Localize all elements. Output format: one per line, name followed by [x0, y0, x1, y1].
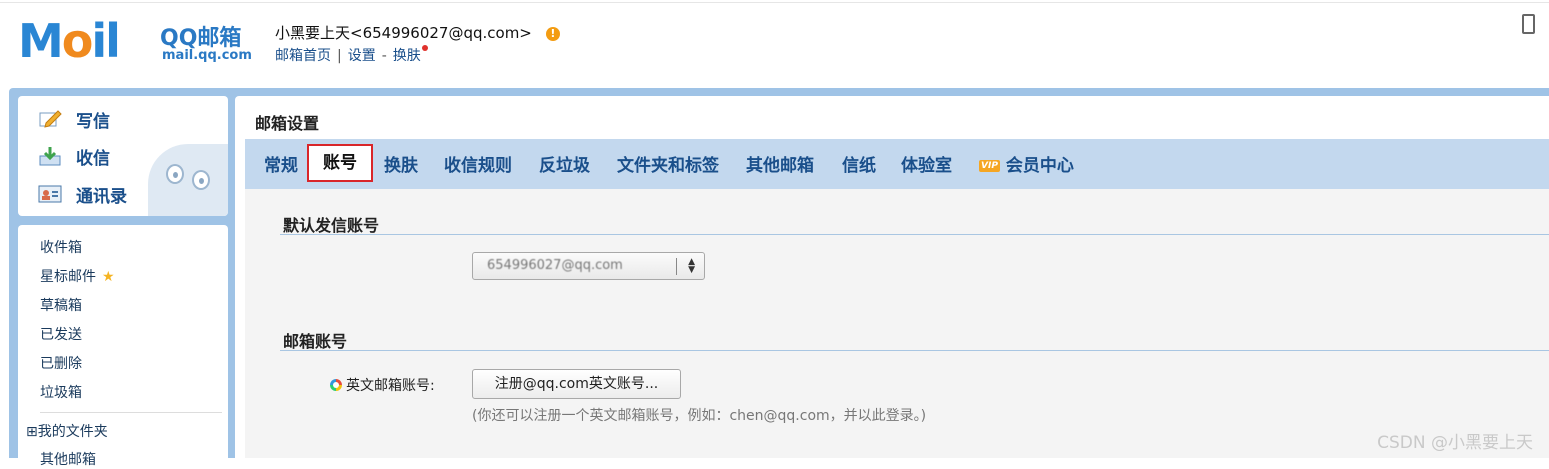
section-divider — [280, 234, 1549, 235]
star-icon: ★ — [102, 269, 115, 285]
section-divider — [280, 350, 1549, 351]
folder-sent[interactable]: 已发送 — [40, 324, 82, 344]
warning-icon[interactable]: ! — [545, 26, 560, 41]
link-separator: | — [337, 48, 342, 64]
page-title: 邮箱设置 — [255, 114, 320, 133]
tab-other-mailbox[interactable]: 其他邮箱 — [746, 151, 814, 176]
link-separator: - — [381, 48, 387, 64]
watermark: CSDN @小黑要上天 — [1377, 433, 1533, 453]
tab-receive-rules[interactable]: 收信规则 — [444, 151, 512, 176]
folder-list: 收件箱 星标邮件 ★ 草稿箱 已发送 已删除 垃圾箱 ⊞我的文件夹 其他邮箱 — [18, 225, 228, 468]
folder-starred[interactable]: 星标邮件 ★ — [40, 266, 115, 286]
penguin-decoration-icon — [148, 144, 228, 216]
notification-dot-icon — [421, 45, 428, 51]
vip-icon: VIP — [979, 160, 1000, 172]
folder-divider — [40, 412, 222, 413]
top-border — [0, 2, 1549, 3]
compose-button[interactable]: 写信 — [38, 104, 110, 134]
default-sender-select[interactable]: 654996027@qq.com ▲ ▼ — [472, 252, 705, 280]
settings-link[interactable]: 设置 — [348, 48, 376, 64]
compose-icon — [39, 110, 62, 128]
top-header: Moil QQ邮箱 mail.qq.com 小黑要上天<654996027@qq… — [0, 0, 1549, 90]
penguin-eye-icon — [192, 170, 210, 190]
qq-mail-logo[interactable]: Moil QQ邮箱 mail.qq.com — [18, 18, 258, 68]
select-arrows-icon: ▲ ▼ — [688, 257, 695, 275]
logo-domain: mail.qq.com — [162, 48, 252, 63]
tab-vip-center-label: 会员中心 — [1005, 156, 1074, 176]
user-account: 小黑要上天<654996027@qq.com>! — [275, 22, 560, 43]
mobile-icon[interactable] — [1522, 14, 1535, 34]
logo-mail-text: Moil — [18, 14, 121, 68]
sidebar-actions: 写信 收信 通讯录 — [18, 96, 228, 216]
mailbox-home-link[interactable]: 邮箱首页 — [275, 48, 331, 64]
tab-skin[interactable]: 换肤 — [384, 151, 418, 176]
other-mailbox-link[interactable]: 其他邮箱 — [40, 449, 96, 469]
tab-stationery[interactable]: 信纸 — [842, 151, 876, 176]
select-divider — [676, 258, 677, 275]
user-name-email: 小黑要上天<654996027@qq.com> — [275, 24, 532, 42]
tab-anti-spam[interactable]: 反垃圾 — [539, 151, 590, 176]
english-account-label-text: 英文邮箱账号: — [346, 378, 435, 394]
receive-label: 收信 — [76, 148, 110, 169]
tab-vip-center[interactable]: VIP 会员中心 — [979, 151, 1074, 176]
register-english-account-button[interactable]: 注册@qq.com英文账号... — [472, 369, 681, 399]
folder-spam[interactable]: 垃圾箱 — [40, 382, 82, 402]
default-sender-value: 654996027@qq.com — [487, 258, 623, 273]
qq-icon — [330, 379, 342, 391]
english-account-label: 英文邮箱账号: — [330, 375, 435, 395]
section-mail-account: 邮箱账号 — [283, 332, 348, 351]
skin-link[interactable]: 换肤 — [393, 48, 421, 64]
folder-inbox[interactable]: 收件箱 — [40, 237, 82, 257]
receive-button[interactable]: 收信 — [38, 141, 110, 171]
contacts-label: 通讯录 — [76, 186, 127, 207]
settings-tabs: 常规 账号 换肤 收信规则 反垃圾 文件夹和标签 其他邮箱 信纸 体验室 VIP… — [245, 139, 1549, 189]
tab-general[interactable]: 常规 — [264, 151, 298, 176]
settings-panel: 邮箱设置 常规 账号 换肤 收信规则 反垃圾 文件夹和标签 其他邮箱 信纸 体验… — [235, 96, 1549, 458]
header-links: 邮箱首页 | 设置 - 换肤 — [275, 45, 428, 65]
section-default-sender: 默认发信账号 — [283, 216, 380, 235]
settings-content: 默认发信账号 654996027@qq.com ▲ ▼ 邮箱账号 英文邮箱账号: … — [245, 189, 1549, 458]
compose-label: 写信 — [76, 111, 110, 132]
my-folders-toggle[interactable]: ⊞我的文件夹 — [26, 421, 108, 441]
tab-account[interactable]: 账号 — [307, 144, 373, 182]
tab-lab[interactable]: 体验室 — [901, 151, 952, 176]
penguin-eye-icon — [166, 164, 184, 184]
contacts-icon — [38, 185, 62, 203]
register-hint: (你还可以注册一个英文邮箱账号，例如：chen@qq.com，并以此登录。) — [472, 408, 927, 424]
folder-deleted[interactable]: 已删除 — [40, 353, 82, 373]
folder-drafts[interactable]: 草稿箱 — [40, 295, 82, 315]
folder-starred-label: 星标邮件 — [40, 269, 96, 285]
contacts-button[interactable]: 通讯录 — [38, 179, 127, 209]
tab-folders-labels[interactable]: 文件夹和标签 — [617, 151, 719, 176]
receive-icon — [39, 147, 61, 166]
